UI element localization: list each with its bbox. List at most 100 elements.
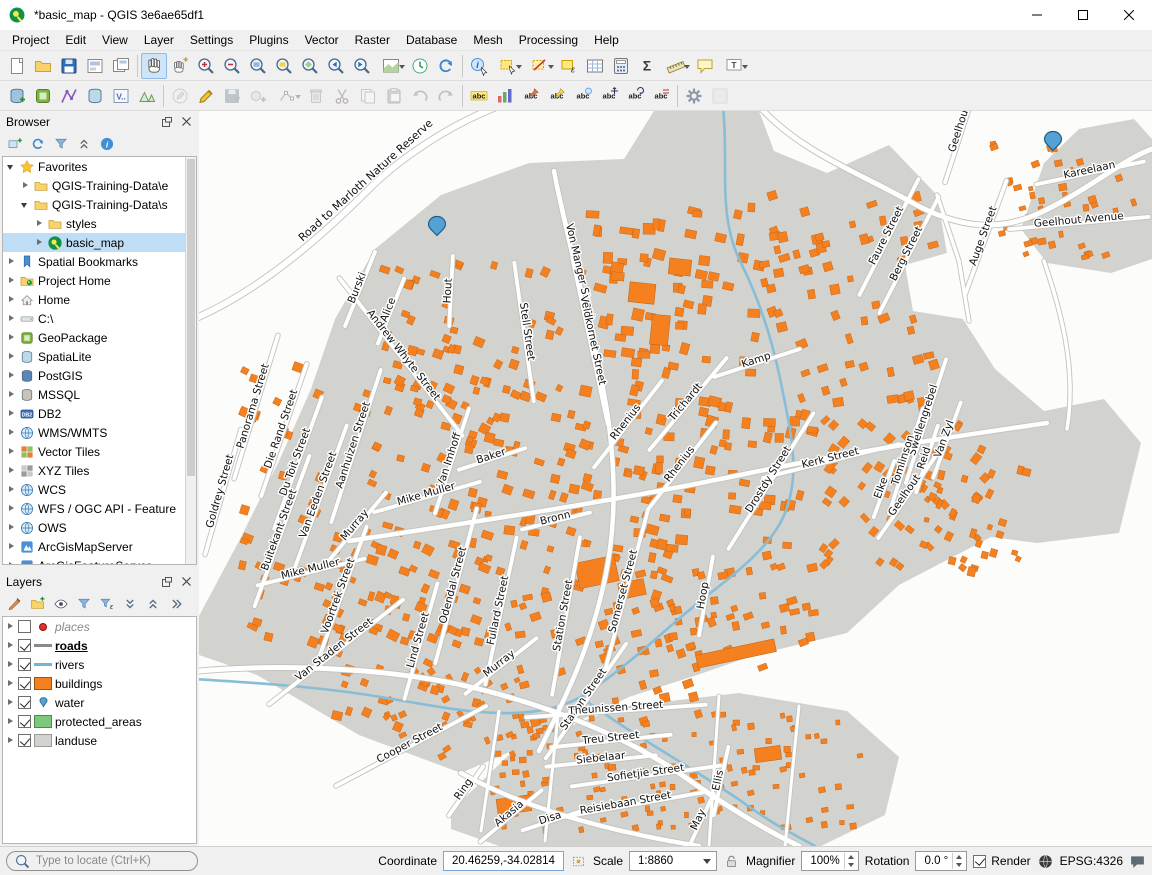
zoom-last-icon[interactable] [323,53,349,79]
layer-diagram-options-icon[interactable] [492,83,518,109]
close-button[interactable] [1106,0,1152,30]
rotation-spinbox[interactable]: 0.0 ° [915,851,967,871]
render-checkbox[interactable]: Render [973,854,1030,868]
show-layout-manager-icon[interactable] [108,53,134,79]
open-project-icon[interactable] [30,53,56,79]
layer-item-places[interactable]: places [3,617,196,636]
new-project-icon[interactable] [4,53,30,79]
expander-icon[interactable] [7,485,16,494]
expander-icon[interactable] [7,428,16,437]
expander-icon[interactable] [6,660,15,669]
expander-icon[interactable] [7,542,16,551]
menu-edit[interactable]: Edit [57,31,94,49]
menu-project[interactable]: Project [4,31,57,49]
layer-visibility-checkbox[interactable] [18,715,31,728]
expander-icon[interactable] [6,641,15,650]
measure-icon[interactable] [660,53,692,79]
menu-settings[interactable]: Settings [182,31,241,49]
minimize-button[interactable] [1014,0,1060,30]
refresh-map-icon[interactable] [433,53,459,79]
expander-icon[interactable] [7,390,16,399]
expander-icon[interactable] [7,447,16,456]
layer-item-buildings[interactable]: buildings [3,674,196,693]
new-virtual-layer-icon[interactable]: V.. [108,83,134,109]
layer-item-landuse[interactable]: landuse [3,731,196,750]
filter-browser-icon[interactable] [50,134,71,155]
layer-visibility-checkbox[interactable] [18,696,31,709]
expander-icon[interactable] [7,409,16,418]
render-checkbox-box[interactable] [973,855,986,868]
pan-to-selection-icon[interactable] [167,53,193,79]
expander-icon[interactable] [7,523,16,532]
browser-item-db2[interactable]: DB2DB2 [3,404,196,423]
refresh-browser-icon[interactable] [27,134,48,155]
expander-icon[interactable] [7,276,16,285]
show-properties-widget-icon[interactable]: i [96,134,117,155]
expander-icon[interactable] [6,622,15,631]
browser-item-favorites[interactable]: Favorites [3,157,196,176]
save-project-icon[interactable] [56,53,82,79]
expander-icon[interactable] [6,679,15,688]
identify-features-icon[interactable]: i [466,53,492,79]
menu-vector[interactable]: Vector [297,31,347,49]
move-label-icon[interactable]: abc [596,83,622,109]
expander-icon[interactable] [7,504,16,513]
expander-icon[interactable] [7,162,16,171]
new-geopackage-layer-icon[interactable] [30,83,56,109]
browser-item-qgis-training-data-s[interactable]: QGIS-Training-Data\s [3,195,196,214]
browser-item-arcgisfeatureserver[interactable]: ArcGisFeatureServer [3,556,196,565]
open-layer-styling-dock-icon[interactable] [4,594,25,615]
expander-icon[interactable] [35,219,44,228]
layer-visibility-checkbox[interactable] [18,734,31,747]
layer-labeling-options-icon[interactable]: abc [466,83,492,109]
expander-icon[interactable] [6,698,15,707]
zoom-next-icon[interactable] [349,53,375,79]
browser-scrollbar[interactable] [185,157,196,564]
zoom-to-selection-icon[interactable] [271,53,297,79]
layers-close-button[interactable] [179,575,193,589]
messages-icon[interactable] [1129,853,1146,870]
browser-item-spatial-bookmarks[interactable]: Spatial Bookmarks [3,252,196,271]
new-print-layout-icon[interactable] [82,53,108,79]
panel-overflow-icon[interactable] [165,594,186,615]
highlight-pinned-labels-icon[interactable]: abc [518,83,544,109]
layer-item-rivers[interactable]: rivers [3,655,196,674]
browser-item-postgis[interactable]: PostGIS [3,366,196,385]
new-annotation-icon[interactable]: T [718,53,750,79]
browser-scrollbar-thumb[interactable] [187,159,195,476]
layer-item-protected-areas[interactable]: protected_areas [3,712,196,731]
expander-icon[interactable] [21,200,30,209]
browser-item-home[interactable]: Home [3,290,196,309]
zoom-in-icon[interactable] [193,53,219,79]
browser-item-arcgismapserver[interactable]: ArcGisMapServer [3,537,196,556]
expander-icon[interactable] [7,333,16,342]
new-mesh-layer-icon[interactable] [134,83,160,109]
browser-item-vector-tiles[interactable]: Vector Tiles [3,442,196,461]
locator-search-input[interactable]: Type to locate (Ctrl+K) [6,851,198,871]
statistics-icon[interactable]: Σ [634,53,660,79]
magnifier-spin-buttons[interactable] [844,853,857,869]
filter-legend-icon[interactable] [73,594,94,615]
menu-help[interactable]: Help [586,31,627,49]
expand-all-icon[interactable] [119,594,140,615]
browser-item-ows[interactable]: OWS [3,518,196,537]
expander-icon[interactable] [7,352,16,361]
rotation-spin-buttons[interactable] [952,853,965,869]
new-shapefile-layer-icon[interactable] [56,83,82,109]
menu-raster[interactable]: Raster [347,31,398,49]
layers-float-button[interactable] [160,575,174,589]
layer-visibility-checkbox[interactable] [18,639,31,652]
open-attribute-table-icon[interactable] [582,53,608,79]
menu-plugins[interactable]: Plugins [241,31,296,49]
expander-icon[interactable] [7,371,16,380]
lock-scale-icon[interactable] [723,853,740,870]
map-canvas[interactable]: Road to Marloth Nature ReserveGeelhoutKa… [199,111,1152,846]
browser-item-qgis-training-data-e[interactable]: QGIS-Training-Data\e [3,176,196,195]
toggle-editing-icon[interactable] [193,83,219,109]
browser-item-wcs[interactable]: WCS [3,480,196,499]
zoom-full-icon[interactable] [245,53,271,79]
browser-item-geopackage[interactable]: GeoPackage [3,328,196,347]
layer-visibility-checkbox[interactable] [18,677,31,690]
expander-icon[interactable] [7,561,16,565]
crs-globe-icon[interactable] [1037,853,1054,870]
